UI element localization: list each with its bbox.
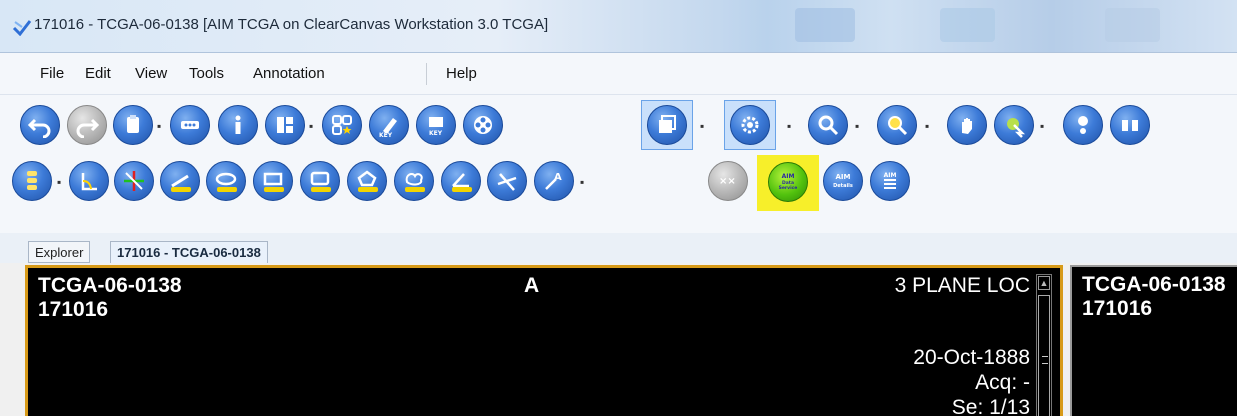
more-icon[interactable] xyxy=(170,105,210,145)
taskbar-thumb xyxy=(1105,8,1160,42)
zoom-icon[interactable] xyxy=(808,105,848,145)
stack-icon[interactable] xyxy=(647,105,687,145)
tab-explorer[interactable]: Explorer xyxy=(28,241,91,263)
undo-icon[interactable] xyxy=(20,105,60,145)
cine-icon[interactable] xyxy=(463,105,503,145)
menu-tools[interactable]: Tools xyxy=(189,65,224,82)
image-scrollbar[interactable]: ▲ xyxy=(1036,274,1052,416)
polygon-roi-icon[interactable] xyxy=(347,161,387,201)
orientation-marker: A xyxy=(524,274,540,297)
svg-text:××: ×× xyxy=(719,176,736,187)
image-pane-active[interactable]: TCGA-06-0138 171016 A 3 PLANE LOC 20-Oct… xyxy=(25,265,1063,416)
menu-annotation[interactable]: Annotation xyxy=(253,65,325,82)
aim-data-service-icon[interactable]: AIM Data Service xyxy=(768,162,808,202)
svg-text:KEY: KEY xyxy=(429,130,443,137)
study-id: 171016 xyxy=(38,298,109,321)
angle-tool-icon[interactable] xyxy=(69,161,109,201)
spine-icon[interactable] xyxy=(12,161,52,201)
menu-view[interactable]: View xyxy=(135,65,167,82)
layout-icon[interactable] xyxy=(265,105,305,145)
menu-help[interactable]: Help xyxy=(446,65,477,82)
protractor-icon[interactable] xyxy=(441,161,481,201)
dropdown-arrow-icon[interactable] xyxy=(1040,119,1044,133)
probe-icon[interactable] xyxy=(994,105,1034,145)
flip-icon[interactable] xyxy=(1110,105,1150,145)
aim-details-icon[interactable]: AIM Details xyxy=(823,161,863,201)
clearcanvas-logo-icon xyxy=(12,20,32,36)
dropdown-arrow-icon[interactable] xyxy=(787,119,791,133)
dropdown-arrow-icon[interactable] xyxy=(309,119,313,133)
pan-icon[interactable] xyxy=(947,105,987,145)
study-date: 20-Oct-1888 xyxy=(913,346,1030,369)
magnify-icon[interactable] xyxy=(877,105,917,145)
ruler-icon[interactable] xyxy=(160,161,200,201)
window-title: 171016 - TCGA-06-0138 [AIM TCGA on Clear… xyxy=(34,16,549,33)
patient-id: TCGA-06-0138 xyxy=(38,274,182,297)
key-edit-icon[interactable]: KEY xyxy=(369,105,409,145)
tab-strip: Explorer 171016 - TCGA-06-0138 xyxy=(0,233,1237,263)
svg-text:AIM: AIM xyxy=(782,173,795,180)
ellipse-roi-icon[interactable] xyxy=(206,161,246,201)
key-image-series-icon[interactable]: KEY xyxy=(416,105,456,145)
dropdown-arrow-icon[interactable] xyxy=(700,119,704,133)
rectangle-roi-icon-2[interactable] xyxy=(300,161,340,201)
dropdown-arrow-icon[interactable] xyxy=(925,119,929,133)
series-description: 3 PLANE LOC xyxy=(894,274,1030,297)
taskbar-thumb xyxy=(940,8,995,42)
series-number: Se: 1/13 xyxy=(951,396,1030,416)
redo-icon[interactable] xyxy=(67,105,107,145)
menu-separator xyxy=(426,63,427,85)
acquisition-number: Acq: - xyxy=(975,371,1030,394)
study-id: 171016 xyxy=(1082,297,1153,320)
info-icon[interactable] xyxy=(218,105,258,145)
cobb-angle-icon[interactable] xyxy=(487,161,527,201)
freehand-roi-icon[interactable] xyxy=(394,161,434,201)
image-viewport-area: TCGA-06-0138 171016 A 3 PLANE LOC 20-Oct… xyxy=(0,263,1237,416)
svg-text:KEY: KEY xyxy=(379,132,393,138)
scrollbar-thumb[interactable] xyxy=(1038,295,1050,416)
aim-report-icon[interactable]: AIM xyxy=(870,161,910,201)
dropdown-arrow-icon[interactable] xyxy=(157,119,161,133)
clipboard-icon[interactable] xyxy=(113,105,153,145)
pixel-info-icon[interactable] xyxy=(1063,105,1103,145)
patient-id: TCGA-06-0138 xyxy=(1082,273,1226,296)
title-bar: 171016 - TCGA-06-0138 [AIM TCGA on Clear… xyxy=(0,0,1237,53)
dropdown-arrow-icon[interactable] xyxy=(57,175,61,189)
svg-text:Service: Service xyxy=(779,185,798,191)
toolbar-annotation: A ×× AIMDataService AIM Details AIM xyxy=(0,153,1237,233)
dropdown-arrow-icon[interactable] xyxy=(855,119,859,133)
scroll-up-icon[interactable]: ▲ xyxy=(1038,276,1050,290)
menu-bar: File Edit View Tools Annotation Help xyxy=(0,53,1237,95)
svg-text:Details: Details xyxy=(833,183,853,189)
text-callout-icon[interactable]: A xyxy=(534,161,574,201)
dropdown-arrow-icon[interactable] xyxy=(580,175,584,189)
image-pane-secondary[interactable]: TCGA-06-0138 171016 xyxy=(1070,265,1237,416)
rectangle-roi-icon[interactable] xyxy=(253,161,293,201)
svg-text:AIM: AIM xyxy=(884,172,897,179)
tab-study[interactable]: 171016 - TCGA-06-0138 xyxy=(110,241,268,263)
taskbar-thumb xyxy=(795,8,855,42)
toolbar-main: KEY KEY xyxy=(0,95,1237,153)
key-image-icon[interactable] xyxy=(322,105,362,145)
settings-icon[interactable] xyxy=(730,105,770,145)
menu-edit[interactable]: Edit xyxy=(85,65,111,82)
delete-annotations-icon[interactable]: ×× xyxy=(708,161,748,201)
svg-text:A: A xyxy=(554,172,562,183)
menu-file[interactable]: File xyxy=(40,65,64,82)
reference-lines-icon[interactable] xyxy=(114,161,154,201)
svg-text:AIM: AIM xyxy=(836,173,851,181)
